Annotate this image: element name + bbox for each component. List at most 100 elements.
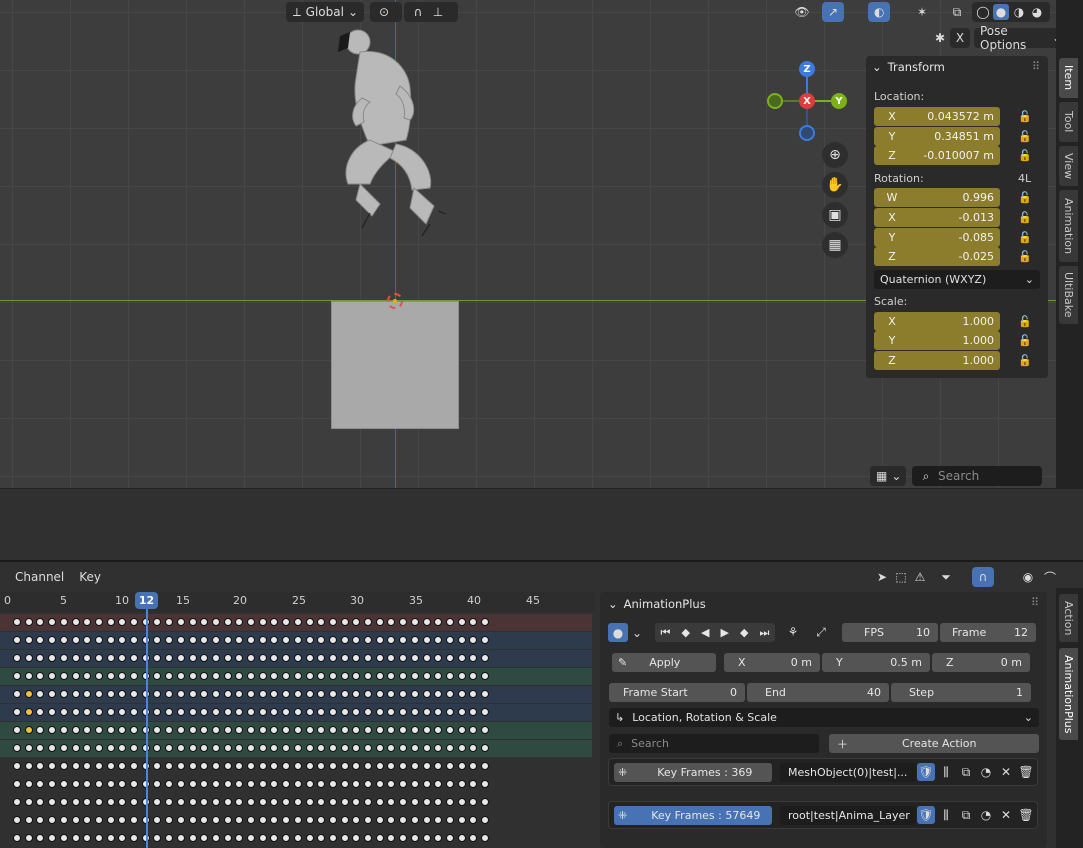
keyframe-dot[interactable] — [270, 636, 279, 644]
dope-sheet-editor[interactable]: Channel Key ➤ ⬚ ⚠ ⏷ ∩ ◉ ⌒ 0 5 10 15 20 2… — [0, 564, 1083, 848]
keyframe-dot[interactable] — [247, 780, 255, 788]
clock-icon[interactable]: ◔ — [977, 763, 995, 781]
keyframe-dot[interactable] — [375, 654, 384, 662]
keyframe-dot[interactable] — [282, 654, 291, 662]
keyframe-dot[interactable] — [188, 816, 197, 824]
keyframe-dot[interactable] — [469, 672, 478, 680]
keyframe-channel-row[interactable] — [0, 650, 592, 667]
keyframe-dot[interactable] — [24, 762, 33, 770]
tab-view[interactable]: View — [1059, 146, 1078, 186]
overlay-toggle[interactable]: ◐ — [868, 2, 890, 22]
key-frames-button[interactable]: ⁜ Key Frames : 369 — [614, 763, 772, 782]
keyframe-dot[interactable] — [59, 816, 68, 824]
keyframe-dot[interactable] — [247, 690, 255, 698]
keyframe-dot[interactable] — [387, 834, 396, 842]
keyframe-dot[interactable] — [258, 744, 267, 752]
keyframe-dot[interactable] — [282, 708, 291, 716]
keyframe-dot[interactable] — [188, 726, 197, 734]
keyframe-dot[interactable] — [36, 708, 45, 716]
keyframe-dot[interactable] — [293, 816, 302, 824]
keyframe-dot[interactable] — [153, 636, 162, 644]
graph-icon[interactable]: ⤢ — [812, 623, 830, 641]
keyframe-dot[interactable] — [200, 672, 209, 680]
wireframe-shading-icon[interactable]: ◯ — [975, 4, 991, 20]
keyframe-dot[interactable] — [364, 762, 372, 770]
xray-toggle[interactable]: ⧉ — [946, 2, 968, 22]
keyframe-dot[interactable] — [106, 762, 115, 770]
scale-x-field[interactable]: X 1.000 — [874, 312, 1000, 331]
keyframe-dot[interactable] — [317, 744, 326, 752]
keyframe-dot[interactable] — [317, 654, 326, 662]
keyframe-dot[interactable] — [270, 690, 279, 698]
keyframe-channel-row[interactable] — [0, 668, 592, 685]
keyframe-dot[interactable] — [211, 708, 220, 716]
animationplus-header[interactable]: ⌄ AnimationPlus — [608, 597, 706, 611]
keyframe-dot[interactable] — [165, 636, 174, 644]
keyframe-dot[interactable] — [83, 744, 92, 752]
keyframe-dot[interactable] — [422, 654, 431, 662]
keyframe-dot[interactable] — [165, 834, 174, 842]
keyframe-dot[interactable] — [118, 618, 127, 626]
keyframe-dot[interactable] — [422, 708, 431, 716]
keyframe-dot[interactable] — [434, 744, 443, 752]
keyframe-dot[interactable] — [364, 726, 372, 734]
keyframe-dot[interactable] — [481, 636, 489, 644]
keyframe-dot[interactable] — [352, 708, 361, 716]
keyframe-dot[interactable] — [364, 654, 372, 662]
keyframe-dot[interactable] — [36, 618, 45, 626]
keyframe-dot[interactable] — [223, 816, 232, 824]
keyframe-dot[interactable] — [340, 798, 349, 806]
keyframe-dot[interactable] — [457, 618, 466, 626]
keyframe-dot[interactable] — [48, 834, 57, 842]
keyframe-dot[interactable] — [352, 834, 361, 842]
keyframe-dot[interactable] — [211, 816, 220, 824]
keyframe-dot[interactable] — [247, 654, 255, 662]
keyframe-dot[interactable] — [223, 780, 232, 788]
keyframe-dot[interactable] — [457, 708, 466, 716]
keyframe-dot[interactable] — [258, 780, 267, 788]
keyframe-dot[interactable] — [176, 636, 185, 644]
next-keyframe-icon[interactable]: ◆ — [740, 626, 748, 639]
keyframe-dot[interactable] — [118, 654, 127, 662]
keyframe-dot[interactable] — [94, 708, 103, 716]
keyframe-dot[interactable] — [481, 708, 489, 716]
keyframe-dot[interactable] — [317, 708, 326, 716]
keyframe-dot[interactable] — [153, 690, 162, 698]
keyframe-dot[interactable] — [94, 654, 103, 662]
keyframe-dot[interactable] — [410, 618, 419, 626]
keyframe-dot[interactable] — [387, 726, 396, 734]
keyframe-dot[interactable] — [130, 708, 138, 716]
step-field[interactable]: Step 1 — [891, 683, 1031, 702]
keyframe-dot[interactable] — [235, 618, 244, 626]
keyframe-channel-row[interactable] — [0, 812, 592, 829]
keyframe-dot[interactable] — [153, 798, 162, 806]
keyframe-dot[interactable] — [375, 816, 384, 824]
keyframe-dot[interactable] — [328, 726, 337, 734]
keyframe-dot[interactable] — [235, 690, 244, 698]
keyframe-dot[interactable] — [305, 816, 314, 824]
keyframe-dot[interactable] — [59, 672, 68, 680]
gizmo-z-axis[interactable]: Z — [799, 61, 815, 77]
keyframe-dot[interactable] — [71, 654, 80, 662]
keyframe-dot[interactable] — [13, 798, 21, 806]
keyframe-dot[interactable] — [434, 672, 443, 680]
keyframe-dot[interactable] — [387, 636, 396, 644]
keyframe-dot[interactable] — [445, 726, 454, 734]
keyframe-dot[interactable] — [352, 798, 361, 806]
mirror-icon[interactable]: ✱ — [932, 30, 948, 46]
keyframe-dot[interactable] — [340, 654, 349, 662]
keyframe-dot[interactable] — [434, 762, 443, 770]
trash-icon[interactable]: 🗑 — [1017, 763, 1035, 781]
keyframe-dot[interactable] — [94, 762, 103, 770]
keyframe-dot[interactable] — [13, 744, 21, 752]
tab-tool[interactable]: Tool — [1059, 102, 1078, 142]
keyframe-dot[interactable] — [469, 690, 478, 698]
keyframe-dot[interactable] — [457, 834, 466, 842]
keyframe-dot[interactable] — [387, 618, 396, 626]
keyframe-dot[interactable] — [399, 762, 408, 770]
keyframe-dot[interactable] — [328, 708, 337, 716]
keyframe-dot[interactable] — [83, 816, 92, 824]
keyframe-dot[interactable] — [317, 798, 326, 806]
keyframe-dot[interactable] — [223, 744, 232, 752]
keyframe-dot[interactable] — [445, 834, 454, 842]
